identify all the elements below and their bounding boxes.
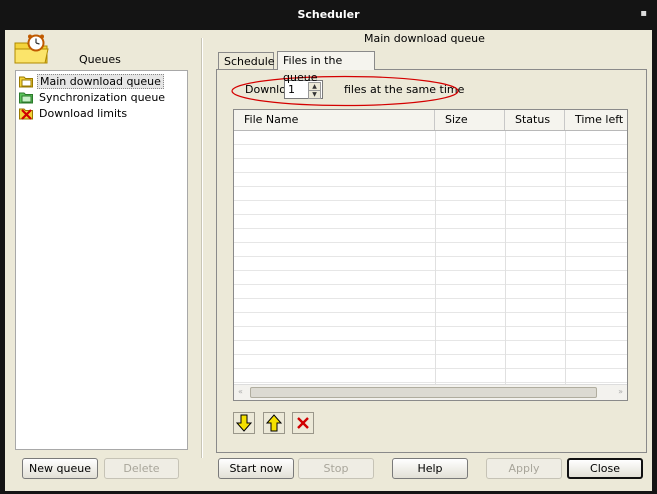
queue-item-sync[interactable]: Synchronization queue (19, 89, 167, 104)
column-header-time-left[interactable]: Time left (565, 110, 627, 130)
scheduler-clock-icon (14, 34, 49, 64)
panel-divider (201, 38, 203, 458)
column-header-size[interactable]: Size (435, 110, 505, 130)
scheduler-window: Scheduler ▪ Queues Main download queue S… (0, 0, 657, 494)
table-header: File Name Size Status Time left (234, 110, 627, 131)
new-queue-button[interactable]: New queue (22, 458, 98, 479)
queue-item-label: Download limits (39, 106, 128, 120)
title-bar[interactable]: Scheduler ▪ (0, 0, 657, 30)
window-title: Scheduler (297, 8, 360, 21)
queue-folder-icon (19, 76, 33, 87)
arrow-down-icon (235, 414, 253, 432)
stop-button[interactable]: Stop (298, 458, 374, 479)
download-limits-icon (19, 108, 33, 120)
dialog-client: Queues Main download queue Synchronizati… (5, 30, 652, 491)
apply-button[interactable]: Apply (486, 458, 562, 479)
queue-item-limits[interactable]: Download limits (19, 105, 129, 120)
delete-button[interactable]: Delete (104, 458, 179, 479)
move-up-button[interactable] (263, 412, 285, 434)
help-button[interactable]: Help (392, 458, 468, 479)
queue-item-label: Main download queue (37, 73, 164, 89)
queues-heading: Queues (79, 53, 121, 66)
table-rows[interactable] (234, 131, 627, 384)
column-divider (565, 131, 566, 384)
remove-icon (297, 417, 309, 429)
queue-title: Main download queue (364, 32, 485, 45)
window-frame-right (652, 30, 657, 494)
close-button[interactable]: Close (567, 458, 643, 479)
tab-schedule[interactable]: Schedule (218, 52, 275, 69)
tab-files-in-queue[interactable]: Files in the queue (277, 51, 375, 84)
system-menu-icon[interactable]: ▪ (640, 8, 647, 19)
sync-queue-icon (19, 92, 33, 103)
arrow-up-icon (265, 414, 283, 432)
start-now-button[interactable]: Start now (218, 458, 294, 479)
files-tab-panel: Download 1 ▲ ▼ files at the same time Fi… (216, 69, 647, 453)
queue-item-label: Synchronization queue (39, 90, 166, 104)
scroll-left-icon[interactable]: « (238, 387, 243, 396)
queue-item-main[interactable]: Main download queue (19, 73, 164, 89)
column-divider (435, 131, 436, 384)
scroll-right-icon[interactable]: » (618, 387, 623, 396)
highlight-ellipse (231, 75, 459, 107)
horizontal-scrollbar[interactable]: « » (234, 384, 627, 400)
column-header-file-name[interactable]: File Name (234, 110, 435, 130)
move-down-button[interactable] (233, 412, 255, 434)
files-table[interactable]: File Name Size Status Time left « » (233, 109, 628, 401)
remove-button[interactable] (292, 412, 314, 434)
column-header-status[interactable]: Status (505, 110, 565, 130)
column-divider (505, 131, 506, 384)
scrollbar-thumb[interactable] (250, 387, 597, 398)
queues-list[interactable]: Main download queue Synchronization queu… (15, 70, 188, 450)
